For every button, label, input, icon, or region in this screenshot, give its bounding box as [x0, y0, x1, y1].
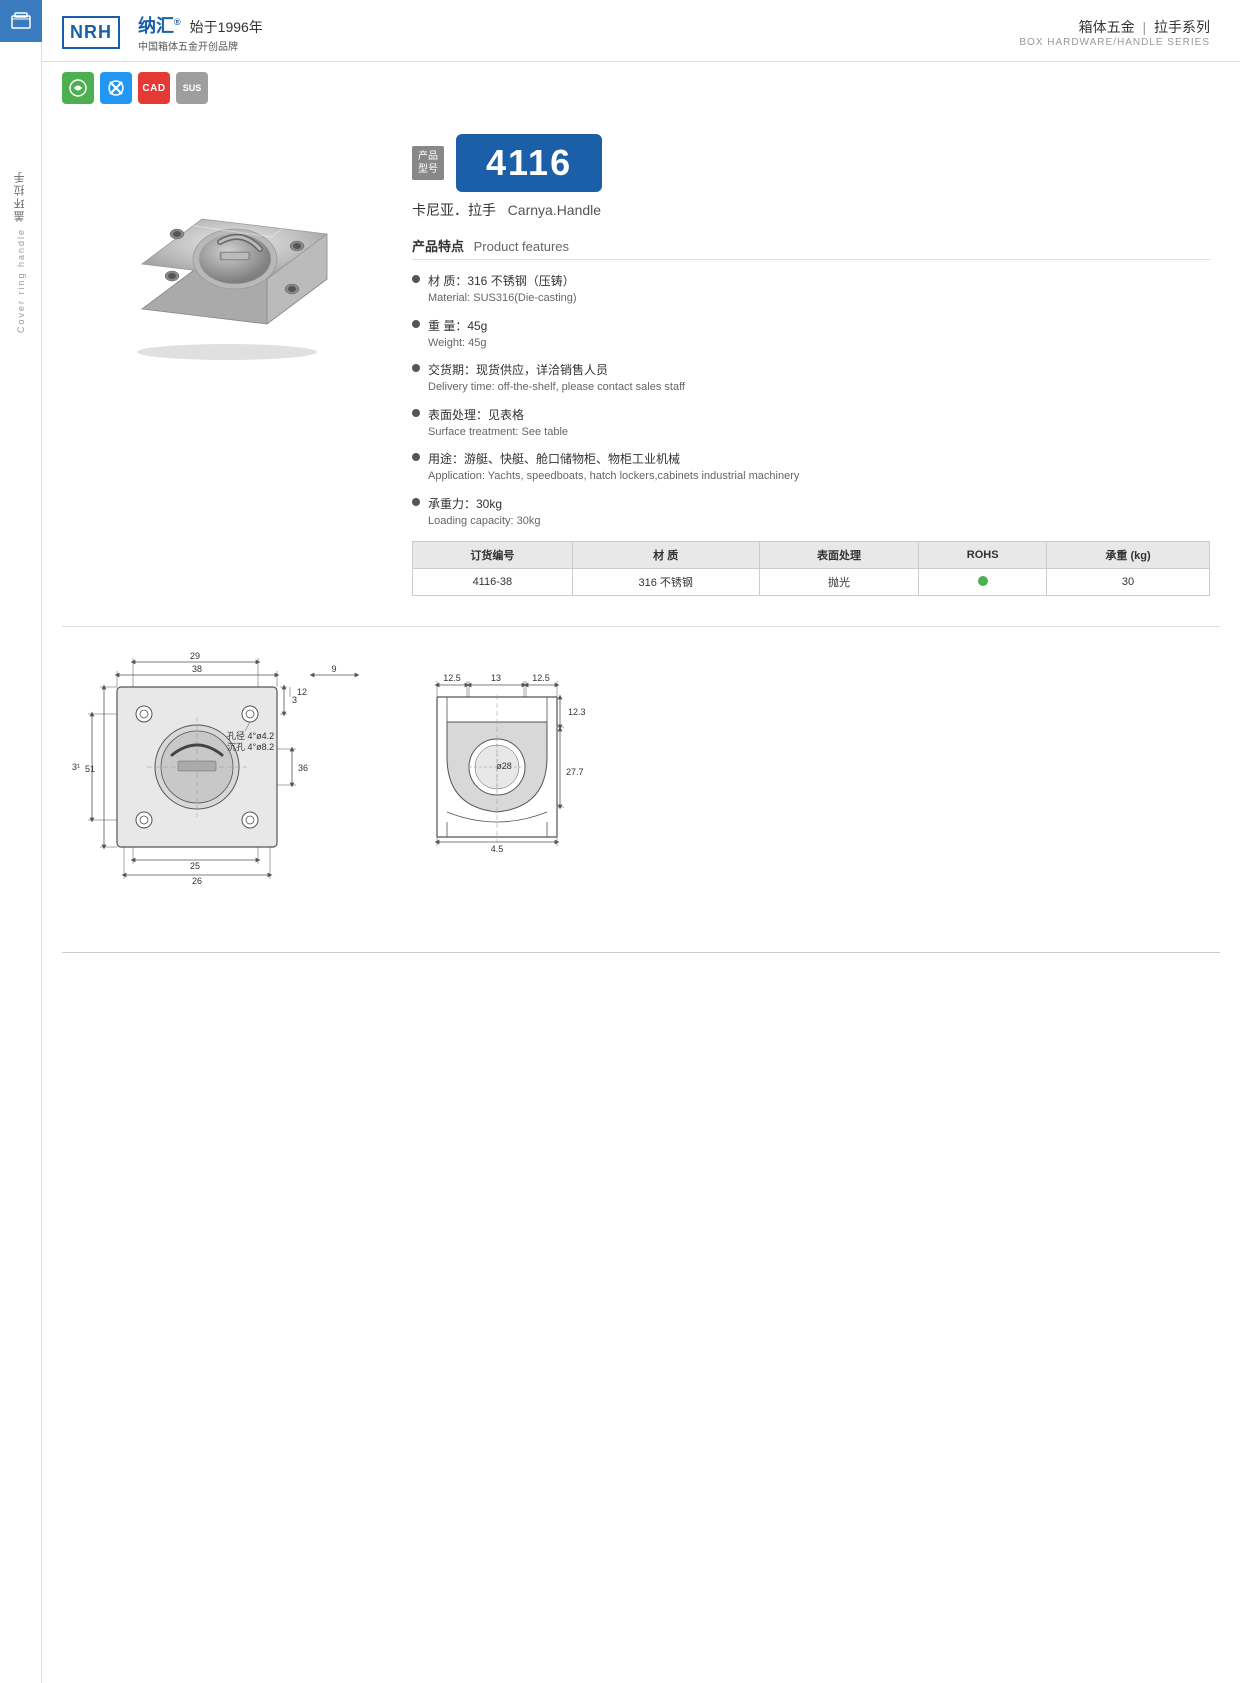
feature-item-2: 交货期：现货供应，详洽销售人员Delivery time: off-the-sh…: [412, 361, 1210, 396]
feature-bullet: [412, 453, 420, 461]
product-section: 产品 型号 4116 卡尼亚．拉手 Carnya.Handle 产品特点 Pro…: [42, 114, 1240, 616]
feature-bullet: [412, 320, 420, 328]
feature-text: 承重力：30kgLoading capacity: 30kg: [428, 495, 541, 530]
brand-sub: 中国箱体五金开创品牌: [138, 38, 263, 53]
feature-text: 材 质：316 不锈钢（压铸）Material: SUS316(Die-cast…: [428, 272, 577, 307]
feature-item-0: 材 质：316 不锈钢（压铸）Material: SUS316(Die-cast…: [412, 272, 1210, 307]
feature-item-1: 重 量：45gWeight: 45g: [412, 317, 1210, 352]
header-series: 箱体五金 | 拉手系列 BOX HARDWARE/HANDLE SERIES: [1019, 17, 1210, 48]
series-en: BOX HARDWARE/HANDLE SERIES: [1019, 37, 1210, 48]
table-cell: 4116-38: [413, 569, 573, 596]
side-view-svg: 12.5 13 12.5 12.3 27.7: [412, 647, 612, 907]
svg-text:4.5: 4.5: [491, 844, 504, 854]
table-cell: [919, 569, 1047, 596]
svg-text:12: 12: [297, 687, 307, 697]
drawings-section: 38 29 3 12 51: [42, 637, 1240, 932]
product-number-row: 产品 型号 4116: [412, 134, 1210, 192]
left-sidebar: 盖环拉手 Cover ring handle: [0, 0, 42, 1683]
table-cell: 抛光: [759, 569, 919, 596]
divider-1: [62, 626, 1220, 627]
feature-bullet: [412, 364, 420, 372]
product-label-box: 产品 型号: [412, 146, 444, 180]
page-header: NRH 纳汇® 始于1996年 中国箱体五金开创品牌 箱体五金 | 拉手系列 B…: [42, 0, 1240, 62]
front-view-drawing: 38 29 3 12 51: [62, 647, 372, 912]
feature-item-4: 用途：游艇、快艇、舱口储物柜、物柜工业机械Application: Yachts…: [412, 450, 1210, 485]
svg-text:38: 38: [192, 664, 202, 674]
table-header: 承重 (kg): [1047, 542, 1210, 569]
svg-text:孔径 4°ø4.2: 孔径 4°ø4.2: [227, 730, 274, 741]
sidebar-top-icon: [0, 0, 42, 42]
svg-text:13: 13: [491, 673, 501, 683]
feature-bullet: [412, 275, 420, 283]
sidebar-vertical-label: 盖环拉手 Cover ring handle: [0, 160, 42, 333]
footer-line: [62, 952, 1220, 953]
brand-text: 纳汇® 始于1996年 中国箱体五金开创品牌: [138, 12, 263, 53]
svg-text:29: 29: [190, 651, 200, 661]
features-list: 材 质：316 不锈钢（压铸）Material: SUS316(Die-cast…: [412, 272, 1210, 529]
product-name: 卡尼亚．拉手 Carnya.Handle: [412, 200, 1210, 220]
svg-text:27.7: 27.7: [566, 767, 584, 777]
feature-text: 交货期：现货供应，详洽销售人员Delivery time: off-the-sh…: [428, 361, 685, 396]
side-view-drawing: 12.5 13 12.5 12.3 27.7: [412, 647, 612, 912]
table-header: ROHS: [919, 542, 1047, 569]
table-header: 表面处理: [759, 542, 919, 569]
feature-text: 用途：游艇、快艇、舱口储物柜、物柜工业机械Application: Yachts…: [428, 450, 799, 485]
rohs-dot: [978, 576, 988, 586]
svg-text:25: 25: [190, 861, 200, 871]
table-cell: 30: [1047, 569, 1210, 596]
svg-text:12.3: 12.3: [568, 707, 586, 717]
svg-text:ø28: ø28: [496, 761, 512, 771]
logo-area: NRH 纳汇® 始于1996年 中国箱体五金开创品牌: [62, 12, 263, 53]
main-content: NRH 纳汇® 始于1996年 中国箱体五金开创品牌 箱体五金 | 拉手系列 B…: [42, 0, 1240, 953]
svg-text:36: 36: [298, 763, 308, 773]
feature-bullet: [412, 409, 420, 417]
svg-text:沉孔 4°ø8.2: 沉孔 4°ø8.2: [227, 742, 274, 752]
product-image-svg: [72, 134, 372, 364]
svg-text:12.5: 12.5: [443, 673, 461, 683]
svg-text:26: 26: [192, 876, 202, 886]
table-row: 4116-38316 不锈钢抛光 30: [413, 569, 1210, 596]
features-title: 产品特点 Product features: [412, 236, 1210, 260]
front-view-svg: 38 29 3 12 51: [62, 647, 372, 907]
table-header: 订货编号: [413, 542, 573, 569]
nrh-logo: NRH: [62, 16, 120, 49]
feature-item-5: 承重力：30kgLoading capacity: 30kg: [412, 495, 1210, 530]
badge-sus: SUS: [176, 72, 208, 104]
badge-cad: CAD: [138, 72, 170, 104]
feature-text: 重 量：45gWeight: 45g: [428, 317, 487, 352]
table-cell: 316 不锈钢: [572, 569, 759, 596]
svg-text:3¹: 3¹: [72, 762, 80, 772]
table-header: 材 质: [572, 542, 759, 569]
product-number: 4116: [456, 134, 602, 192]
nrh-text: NRH: [70, 22, 112, 43]
series-cn: 箱体五金 | 拉手系列: [1019, 17, 1210, 37]
svg-text:12.5: 12.5: [532, 673, 550, 683]
svg-text:51: 51: [85, 764, 95, 774]
svg-text:9: 9: [331, 664, 336, 674]
product-details-area: 产品 型号 4116 卡尼亚．拉手 Carnya.Handle 产品特点 Pro…: [412, 134, 1210, 596]
feature-item-3: 表面处理：见表格Surface treatment: See table: [412, 406, 1210, 441]
badge-eco: [62, 72, 94, 104]
product-image-area: [62, 134, 382, 364]
badge-cross: [100, 72, 132, 104]
brand-name: 纳汇® 始于1996年: [138, 12, 263, 38]
feature-bullet: [412, 498, 420, 506]
feature-text: 表面处理：见表格Surface treatment: See table: [428, 406, 568, 441]
badge-row: CAD SUS: [42, 62, 1240, 114]
spec-table: 订货编号材 质表面处理ROHS承重 (kg) 4116-38316 不锈钢抛光 3…: [412, 541, 1210, 596]
